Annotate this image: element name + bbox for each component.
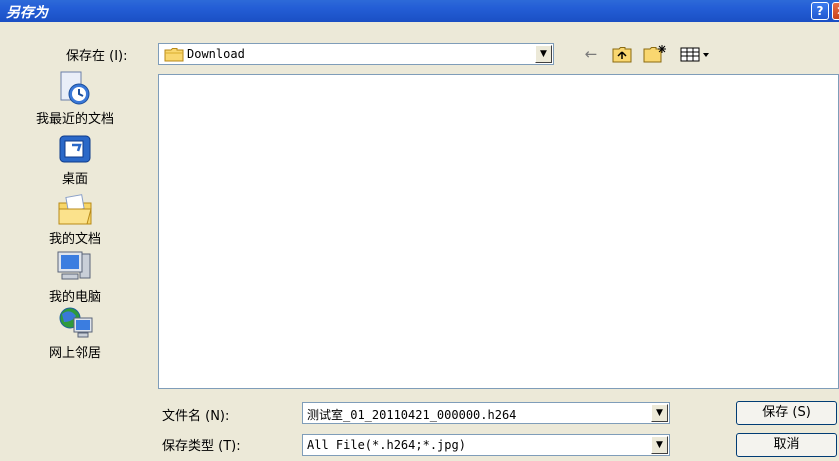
- window-title: 另存为: [6, 5, 48, 21]
- filetype-value: All File(*.h264;*.jpg): [307, 438, 466, 452]
- place-label: 我最近的文档: [35, 112, 114, 127]
- network-places-icon: [59, 307, 93, 338]
- place-recent-documents[interactable]: 我最近的文档: [0, 70, 150, 127]
- place-desktop[interactable]: 桌面: [0, 134, 150, 187]
- place-label: 我的文档: [48, 232, 101, 247]
- filename-label: 文件名 (N):: [162, 409, 230, 424]
- place-label: 桌面: [61, 172, 88, 187]
- recent-documents-icon: [60, 71, 90, 105]
- chevron-down-icon[interactable]: ▼: [651, 404, 668, 422]
- save-button[interactable]: 保存 (S): [736, 401, 837, 425]
- place-my-computer[interactable]: 我的电脑: [0, 250, 150, 305]
- file-list[interactable]: [158, 74, 839, 389]
- filetype-label: 保存类型 (T):: [162, 439, 241, 454]
- close-button[interactable]: ✕: [832, 2, 839, 20]
- save-in-combo[interactable]: Download ▼: [158, 43, 554, 65]
- my-documents-icon: [58, 194, 92, 225]
- back-arrow-icon[interactable]: ←: [580, 44, 602, 64]
- help-button[interactable]: ?: [811, 2, 829, 20]
- save-in-value: Download: [187, 47, 245, 61]
- place-my-documents[interactable]: 我的文档: [0, 194, 150, 247]
- filename-field[interactable]: 测试室_01_20110421_000000.h264 ▼: [302, 402, 670, 424]
- title-bar: 另存为 ? ✕: [0, 0, 839, 22]
- my-computer-icon: [57, 251, 91, 280]
- cancel-button[interactable]: 取消: [736, 433, 837, 457]
- view-menu-icon[interactable]: [680, 47, 710, 62]
- place-label: 我的电脑: [48, 290, 101, 305]
- chevron-down-icon[interactable]: ▼: [651, 436, 668, 454]
- desktop-icon: [59, 135, 91, 163]
- place-label: 网上邻居: [48, 346, 101, 361]
- chevron-down-icon[interactable]: ▼: [535, 45, 552, 63]
- up-folder-icon[interactable]: [612, 46, 632, 63]
- save-in-label: 保存在 (I):: [66, 49, 128, 64]
- place-network[interactable]: 网上邻居: [0, 306, 150, 361]
- filename-value: 测试室_01_20110421_000000.h264: [307, 408, 517, 422]
- folder-icon: [164, 48, 184, 62]
- filetype-combo[interactable]: All File(*.h264;*.jpg) ▼: [302, 434, 670, 456]
- new-folder-icon[interactable]: [643, 44, 667, 63]
